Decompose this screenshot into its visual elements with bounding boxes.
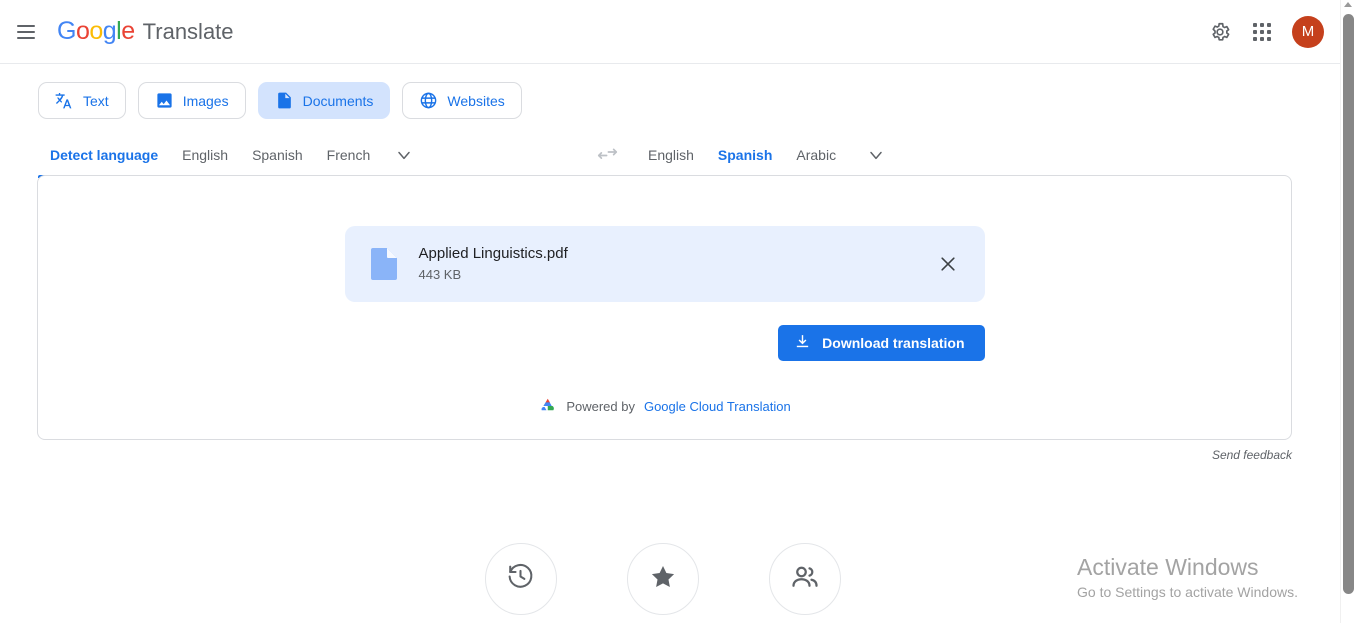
tab-documents[interactable]: Documents — [257, 82, 391, 119]
close-icon[interactable] — [931, 247, 965, 281]
language-selector-bar: Detect language English Spanish French E… — [0, 135, 1340, 178]
scrollbar-thumb[interactable] — [1343, 14, 1354, 594]
source-lang-label: Spanish — [252, 147, 303, 163]
file-size: 443 KB — [418, 267, 462, 282]
mode-tab-bar: Text Images Documents Websites — [0, 64, 1340, 119]
target-more-languages-chevron-down-icon[interactable] — [856, 135, 896, 175]
pdf-file-icon — [370, 248, 397, 280]
source-lang-french[interactable]: French — [315, 135, 383, 175]
download-icon — [794, 333, 811, 353]
hamburger-line — [17, 24, 35, 27]
globe-icon — [419, 91, 438, 110]
send-feedback-link[interactable]: Send feedback — [1212, 448, 1292, 462]
download-translation-button[interactable]: Download translation — [778, 325, 985, 361]
google-wordmark: Google — [57, 17, 135, 45]
header-actions: M — [1200, 12, 1324, 52]
apps-grid-icon[interactable] — [1242, 12, 1282, 52]
target-lang-label: English — [648, 147, 694, 163]
source-lang-label: Detect language — [50, 147, 159, 163]
feedback-row: Send feedback — [0, 448, 1340, 462]
source-lang-spanish[interactable]: Spanish — [240, 135, 315, 175]
download-translation-label: Download translation — [822, 335, 965, 351]
page-scrollbar[interactable] — [1340, 0, 1355, 623]
hamburger-line — [17, 30, 35, 33]
image-icon — [155, 91, 174, 110]
browser-viewport: Google Translate M Text Images Documents… — [0, 0, 1355, 623]
avatar[interactable]: M — [1292, 15, 1324, 48]
gear-icon[interactable] — [1200, 12, 1240, 52]
file-name: Applied Linguistics.pdf — [418, 245, 568, 262]
source-more-languages-chevron-down-icon[interactable] — [390, 135, 418, 175]
download-row: Download translation — [345, 325, 985, 361]
target-language-group: English Spanish Arabic — [636, 135, 896, 178]
file-meta: Applied Linguistics.pdf 443 KB — [419, 244, 931, 284]
source-lang-english[interactable]: English — [170, 135, 240, 175]
target-lang-label: Spanish — [717, 147, 773, 163]
bottom-action-bar — [0, 543, 1325, 615]
saved-button[interactable] — [626, 543, 699, 615]
hamburger-line — [17, 36, 35, 39]
tab-images[interactable]: Images — [137, 82, 246, 119]
brand-logo[interactable]: Google Translate — [57, 17, 234, 46]
translate-page: Google Translate M Text Images Documents… — [0, 0, 1340, 623]
document-translation-panel: Applied Linguistics.pdf 443 KB Download … — [37, 175, 1292, 440]
uploaded-file-card: Applied Linguistics.pdf 443 KB — [344, 226, 985, 302]
tab-text[interactable]: Text — [38, 82, 126, 119]
scroll-up-arrow-icon[interactable] — [1344, 2, 1352, 7]
target-lang-label: Arabic — [796, 147, 837, 163]
source-language-group: Detect language English Spanish French — [38, 135, 418, 178]
history-button[interactable] — [484, 543, 557, 615]
source-lang-label: English — [182, 147, 229, 163]
apps-grid-dots — [1253, 22, 1271, 41]
swap-languages-icon[interactable] — [586, 135, 628, 175]
target-lang-spanish[interactable]: Spanish — [705, 135, 785, 178]
product-name: Translate — [142, 19, 234, 44]
tab-text-label: Text — [83, 92, 109, 109]
hamburger-menu-icon[interactable] — [2, 8, 50, 56]
tab-images-label: Images — [182, 92, 229, 109]
document-icon — [275, 91, 294, 110]
source-lang-detect-language[interactable]: Detect language — [38, 135, 171, 178]
contribute-button[interactable] — [768, 543, 841, 615]
star-icon — [649, 563, 677, 596]
google-cloud-translation-link[interactable]: Google Cloud Translation — [644, 399, 791, 414]
people-icon — [790, 562, 820, 597]
target-lang-arabic[interactable]: Arabic — [784, 135, 848, 175]
translate-icon — [55, 91, 74, 110]
app-header: Google Translate M — [0, 0, 1340, 64]
target-lang-english[interactable]: English — [636, 135, 706, 175]
powered-by-row: Powered by Google Cloud Translation — [538, 397, 791, 415]
powered-by-prefix: Powered by — [566, 398, 635, 414]
tab-websites-label: Websites — [447, 92, 505, 109]
tab-documents-label: Documents — [302, 92, 374, 109]
source-lang-label: French — [326, 147, 371, 163]
google-cloud-icon — [538, 397, 557, 415]
history-icon — [506, 562, 535, 596]
tab-websites[interactable]: Websites — [402, 82, 522, 119]
